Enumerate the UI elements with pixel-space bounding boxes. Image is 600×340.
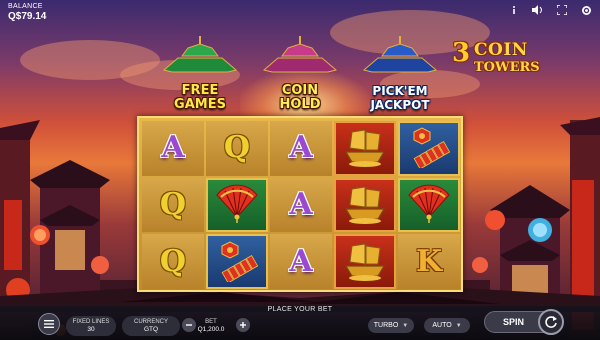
turbo-button[interactable]: TURBO ▼ <box>368 318 414 333</box>
tower-sign: PICK'EM JACKPOT <box>370 76 430 120</box>
bet-display: BET Q1,200.0 <box>186 316 236 336</box>
reel-cell <box>334 177 396 233</box>
pagoda-roof-green <box>162 36 238 73</box>
reel-cell: Q <box>206 121 268 176</box>
reel-cell <box>206 234 268 289</box>
reel-cell <box>206 177 268 233</box>
tower-free-games: FREE GAMES <box>158 36 242 114</box>
symbol-a: A <box>289 130 313 166</box>
logo-number: 3 <box>452 38 471 68</box>
auto-button[interactable]: AUTO ▼ <box>424 318 470 333</box>
symbol-a: A <box>161 130 185 166</box>
reel-cell: K <box>398 234 460 289</box>
tower-label-line1: PICK'EM <box>372 84 428 98</box>
tower-coin-hold: COIN HOLD <box>258 36 342 114</box>
gold-ship-icon <box>342 181 388 229</box>
reel-grid: AQAQAQAK <box>142 121 460 289</box>
reel-cell <box>398 121 460 176</box>
game-logo: 3 COIN TOWERS <box>452 38 547 84</box>
tower-sign: FREE GAMES <box>170 76 230 120</box>
auto-label: AUTO <box>432 322 452 329</box>
tower-label-line2: HOLD <box>279 97 321 112</box>
reel-cell: A <box>270 121 332 176</box>
tower-label-line2: JACKPOT <box>370 98 430 112</box>
fixed-lines-label: FIXED LINES <box>72 318 110 325</box>
tower-label-line2: GAMES <box>174 97 226 112</box>
symbol-a: A <box>289 243 313 279</box>
red-fan-icon <box>213 183 261 227</box>
firecracker-icon <box>214 238 260 286</box>
top-hud: BALANCE Q$79.14 <box>0 0 600 26</box>
reel-cell <box>334 121 396 176</box>
currency-label: CURRENCY <box>133 318 168 325</box>
bet-increase-button[interactable] <box>236 318 250 332</box>
reel-frame: AQAQAQAK <box>137 116 463 292</box>
reel-cell: A <box>270 234 332 289</box>
symbol-q: Q <box>159 243 187 279</box>
chevron-down-icon: ▼ <box>402 323 409 329</box>
refresh-icon <box>545 316 557 328</box>
red-fan-icon <box>405 183 453 227</box>
gold-ship-icon <box>342 124 388 172</box>
reel-cell: A <box>270 177 332 233</box>
fixed-lines-value: 30 <box>87 325 95 333</box>
symbol-q: Q <box>223 130 251 166</box>
sound-icon[interactable] <box>532 4 544 16</box>
fullscreen-icon[interactable] <box>556 4 568 16</box>
plus-icon <box>240 322 246 328</box>
pagoda-roof-pink <box>262 36 338 73</box>
hud-icon-group <box>508 4 592 16</box>
balance-value: Q$79.14 <box>8 11 47 22</box>
spin-circle-button[interactable] <box>538 309 564 335</box>
settings-icon[interactable] <box>580 4 592 16</box>
reel-cell: Q <box>142 177 204 233</box>
hamburger-icon <box>44 320 54 328</box>
fixed-lines-display: FIXED LINES 30 <box>66 316 116 336</box>
tower-label-line1: COIN <box>281 83 319 98</box>
balance-label: BALANCE <box>8 3 43 10</box>
symbol-a: A <box>289 186 313 222</box>
bet-label: BET <box>205 318 217 325</box>
gold-ship-icon <box>342 238 388 286</box>
currency-value: GTQ <box>143 325 159 333</box>
logo-line2: TOWERS <box>474 60 540 75</box>
bet-value: Q1,200.0 <box>197 325 225 333</box>
turbo-label: TURBO <box>373 322 399 329</box>
reel-cell: A <box>142 121 204 176</box>
logo-line1: COIN <box>474 40 528 60</box>
tower-pickem-jackpot: PICK'EM JACKPOT <box>358 36 442 114</box>
tower-label-line1: FREE <box>181 83 219 98</box>
currency-selector[interactable]: CURRENCY GTQ <box>122 316 180 336</box>
pagoda-roof-blue <box>362 36 438 73</box>
symbol-k: K <box>415 243 443 279</box>
symbol-q: Q <box>159 186 187 222</box>
reel-cell <box>398 177 460 233</box>
firecracker-icon <box>406 124 452 172</box>
info-icon[interactable] <box>508 4 520 16</box>
reel-cell <box>334 234 396 289</box>
spin-label: SPIN <box>503 317 525 327</box>
menu-button[interactable] <box>38 313 60 335</box>
reel-cell: Q <box>142 234 204 289</box>
tower-sign: COIN HOLD <box>270 76 330 120</box>
chevron-down-icon: ▼ <box>455 323 462 329</box>
